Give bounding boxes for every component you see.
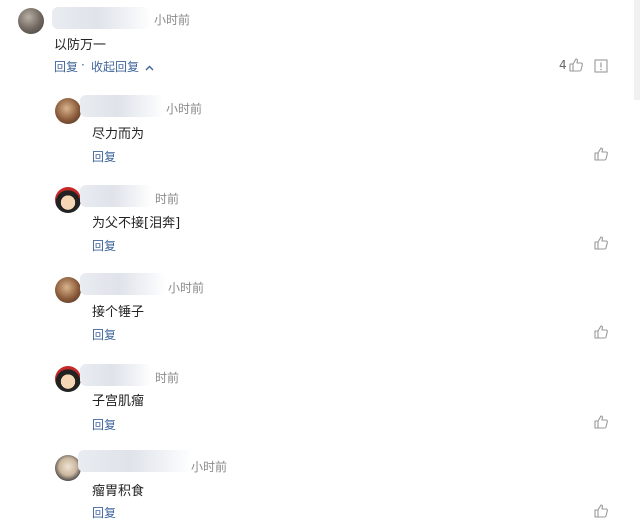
reply-button[interactable]: 回复 — [92, 504, 116, 521]
comment-time: 时前 — [155, 371, 180, 385]
comment-text: 接个锤子 — [92, 305, 145, 320]
comment-text: 为父不接[泪奔] — [92, 216, 181, 231]
chevron-up-icon — [145, 65, 154, 70]
username-redacted[interactable] — [52, 7, 152, 29]
comment-time: 小时前 — [168, 281, 205, 295]
report-button[interactable] — [594, 58, 608, 73]
comment-text: 瘤胃积食 — [92, 484, 145, 499]
comment-text: 以防万一 — [54, 38, 107, 53]
reply-button[interactable]: 回复 — [92, 326, 116, 343]
like-button[interactable] — [593, 503, 609, 519]
username-redacted[interactable] — [80, 364, 152, 386]
reply-button[interactable]: 回复 — [54, 58, 78, 75]
top-comment: 小时前 以防万一 回复 · 收起回复 4 — [0, 0, 640, 80]
username-redacted[interactable] — [80, 185, 152, 207]
collapse-label: 收起回复 — [91, 60, 140, 74]
scrollbar[interactable] — [634, 0, 640, 100]
thumbs-up-icon — [569, 58, 583, 72]
comment-text: 子宫肌瘤 — [92, 394, 145, 409]
report-icon — [594, 59, 608, 73]
reply-item: 时前 子宫肌瘤 回复 — [0, 360, 640, 440]
username-redacted[interactable] — [80, 95, 164, 117]
avatar[interactable] — [55, 98, 81, 124]
reply-item: 小时前 尽力而为 回复 — [0, 90, 640, 170]
thumbs-up-icon — [594, 325, 608, 339]
reply-item: 时前 为父不接[泪奔] 回复 — [0, 180, 640, 260]
reply-button[interactable]: 回复 — [92, 148, 116, 165]
avatar[interactable] — [18, 8, 44, 34]
like-button[interactable] — [568, 57, 584, 73]
comment-time: 时前 — [155, 192, 180, 206]
like-button[interactable] — [593, 146, 609, 162]
username-redacted[interactable] — [80, 273, 166, 295]
thumbs-up-icon — [594, 147, 608, 161]
thumbs-up-icon — [594, 236, 608, 250]
comment-time: 小时前 — [154, 13, 191, 27]
like-button[interactable] — [593, 235, 609, 251]
avatar[interactable] — [55, 187, 81, 213]
reply-button[interactable]: 回复 — [92, 237, 116, 254]
like-count: 4 — [559, 58, 567, 72]
collapse-replies-button[interactable]: 收起回复 — [91, 58, 154, 75]
username-redacted[interactable] — [78, 450, 192, 472]
like-button[interactable] — [593, 324, 609, 340]
reply-button[interactable]: 回复 — [92, 416, 116, 433]
comment-time: 小时前 — [191, 460, 228, 474]
separator-dot: · — [81, 58, 85, 72]
thumbs-up-icon — [594, 415, 608, 429]
reply-item: 小时前 瘤胃积食 回复 — [0, 450, 640, 520]
like-button[interactable] — [593, 414, 609, 430]
comment-time: 小时前 — [166, 102, 203, 116]
comment-text: 尽力而为 — [92, 127, 145, 142]
thumbs-up-icon — [594, 504, 608, 518]
avatar[interactable] — [55, 366, 81, 392]
avatar[interactable] — [55, 277, 81, 303]
reply-item: 小时前 接个锤子 回复 — [0, 270, 640, 350]
